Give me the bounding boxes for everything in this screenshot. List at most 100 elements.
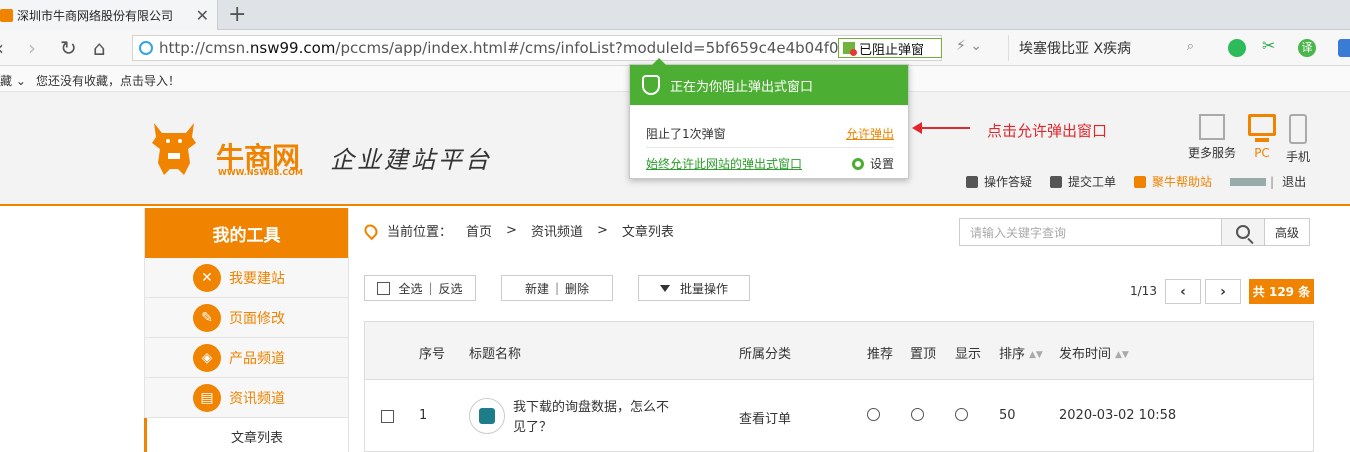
browser-tab-bar: 深圳市牛商网络股份有限公司 ✕ + bbox=[0, 0, 1350, 30]
extension-icon[interactable] bbox=[1338, 39, 1350, 57]
popup-blocked-label: 已阻止弹窗 bbox=[859, 42, 925, 58]
select-all-label[interactable]: 全选 bbox=[398, 280, 422, 297]
lightning-icon[interactable]: ⚡ ⌄ bbox=[956, 38, 982, 54]
refresh-icon[interactable]: ↻ bbox=[60, 36, 77, 60]
popup-blocker-header: 正在为你阻止弹出式窗口 bbox=[630, 65, 908, 105]
back-arrow-icon[interactable]: ‹ bbox=[0, 36, 4, 60]
help-link[interactable]: 操作答疑 bbox=[966, 173, 1032, 190]
popup-blocked-badge[interactable]: 已阻止弹窗 bbox=[838, 38, 942, 58]
popup-blocker-title: 正在为你阻止弹出式窗口 bbox=[670, 79, 814, 95]
browser-search-text: 埃塞俄比亚 X疾病 bbox=[1019, 41, 1132, 57]
pc-label: PC bbox=[1254, 146, 1270, 160]
search-icon bbox=[1236, 225, 1250, 239]
mobile-button[interactable]: 手机 bbox=[1286, 114, 1310, 165]
col-top: 置顶 bbox=[910, 347, 937, 362]
page-info-icon[interactable] bbox=[139, 41, 153, 55]
gear-icon bbox=[851, 157, 864, 170]
sidebar-item-build-site[interactable]: ✕ 我要建站 bbox=[145, 258, 348, 298]
article-table: 序号 标题名称 所属分类 推荐 置顶 显示 排序 ▲▼ 发布时间 ▲▼ 1 我下载的… bbox=[364, 321, 1314, 452]
scissors-icon[interactable]: ✂ bbox=[1262, 36, 1280, 55]
forward-arrow-icon[interactable]: › bbox=[28, 36, 36, 60]
favorites-menu[interactable]: 藏 ⌄ bbox=[0, 72, 26, 89]
row-category: 查看订单 bbox=[739, 412, 792, 427]
divider bbox=[646, 147, 894, 148]
prev-page-button[interactable]: ‹ bbox=[1165, 279, 1201, 304]
tab-title: 深圳市牛商网络股份有限公司 bbox=[17, 8, 174, 23]
search-icon[interactable]: ⌕ bbox=[1187, 39, 1194, 54]
phone-icon bbox=[1289, 114, 1307, 144]
logout-link[interactable]: 退出 bbox=[1282, 173, 1306, 190]
select-all-checkbox[interactable] bbox=[377, 281, 391, 295]
breadcrumb: 当前位置： 首页 > 资讯频道 > 文章列表 bbox=[361, 221, 688, 240]
new-button[interactable]: 新建 bbox=[525, 280, 549, 297]
page-indicator: 1/13 bbox=[1130, 284, 1157, 298]
home-icon[interactable]: ⌂ bbox=[93, 36, 106, 60]
popup-settings-link[interactable]: 设置 bbox=[851, 155, 894, 172]
help-site-link[interactable]: 聚牛帮助站 bbox=[1134, 173, 1212, 190]
always-allow-link[interactable]: 始终允许此网站的弹出式窗口 bbox=[646, 155, 802, 172]
col-show: 显示 bbox=[955, 347, 982, 362]
article-thumbnail bbox=[469, 398, 505, 434]
top-radio[interactable] bbox=[911, 408, 924, 421]
username-redacted bbox=[1230, 177, 1267, 186]
location-pin-icon bbox=[361, 221, 381, 240]
blocked-count: 阻止了1次弹窗 bbox=[646, 127, 726, 141]
recommend-radio[interactable] bbox=[867, 408, 880, 421]
next-page-button[interactable]: › bbox=[1205, 279, 1241, 304]
favorites-import-hint[interactable]: 您还没有收藏，点击导入！ bbox=[36, 72, 180, 89]
browser-tab[interactable]: 深圳市牛商网络股份有限公司 ✕ bbox=[0, 0, 218, 30]
more-services-button[interactable]: 更多服务 bbox=[1188, 114, 1236, 161]
sidebar-item-products[interactable]: ◈ 产品频道 bbox=[145, 338, 348, 378]
batch-operation-button[interactable]: 批量操作 bbox=[638, 275, 750, 301]
col-sort[interactable]: 排序 ▲▼ bbox=[999, 343, 1043, 362]
row-title[interactable]: 我下载的询盘数据，怎么不 见了？ bbox=[513, 398, 669, 438]
bull-mascot-icon bbox=[152, 123, 196, 175]
col-recommend: 推荐 bbox=[867, 347, 894, 362]
select-all-group[interactable]: 全选 | 反选 bbox=[364, 275, 476, 301]
extension-book-icon[interactable] bbox=[1228, 39, 1246, 57]
close-tab-icon[interactable]: ✕ bbox=[196, 6, 209, 25]
translate-icon[interactable]: 译 bbox=[1298, 39, 1316, 57]
sidebar-title: 我的工具 bbox=[145, 208, 348, 258]
person-icon bbox=[966, 175, 978, 188]
keyword-search-input[interactable]: 请输入关键字查询 bbox=[959, 218, 1222, 246]
more-services-label: 更多服务 bbox=[1188, 146, 1237, 160]
sidebar-item-page-edit[interactable]: ✎ 页面修改 bbox=[145, 298, 348, 338]
annotation-text: 点击允许弹出窗口 bbox=[987, 122, 1108, 140]
header-links: 操作答疑 提交工单 聚牛帮助站 | 退出 bbox=[966, 173, 1324, 190]
logo-url: WWW.NSW88.COM bbox=[218, 168, 303, 177]
delete-button[interactable]: 删除 bbox=[565, 280, 589, 297]
col-index: 序号 bbox=[419, 347, 446, 362]
tools-icon: ✕ bbox=[193, 263, 221, 292]
col-date[interactable]: 发布时间 ▲▼ bbox=[1059, 343, 1129, 362]
row-checkbox[interactable] bbox=[381, 410, 394, 423]
home-icon bbox=[1134, 175, 1147, 188]
monitor-icon bbox=[1248, 114, 1276, 136]
total-count-badge: 共 129 条 bbox=[1249, 279, 1314, 304]
sidebar: 我的工具 ✕ 我要建站 ✎ 页面修改 ◈ 产品频道 ▤ 资讯频道 文章列表 bbox=[144, 208, 349, 452]
allow-popup-link[interactable]: 允许弹出 bbox=[846, 125, 894, 142]
browser-search-box[interactable]: 埃塞俄比亚 X疾病 ⌕ bbox=[1008, 35, 1204, 61]
invert-select-label[interactable]: 反选 bbox=[439, 280, 463, 297]
url-input[interactable]: http://cmsn.nsw99.com/pccms/app/index.ht… bbox=[132, 35, 942, 61]
url-text: http://cmsn.nsw99.com/pccms/app/index.ht… bbox=[159, 39, 839, 57]
address-toolbar: ‹ › ↻ ⌂ http://cmsn.nsw99.com/pccms/app/… bbox=[0, 30, 1350, 66]
sidebar-item-article-list[interactable]: 文章列表 bbox=[144, 418, 348, 452]
ticket-link[interactable]: 提交工单 bbox=[1050, 173, 1116, 190]
pc-button[interactable]: PC bbox=[1248, 114, 1276, 160]
col-category: 所属分类 bbox=[739, 347, 792, 362]
row-date: 2020-03-02 10:58 bbox=[1059, 408, 1177, 423]
show-radio[interactable] bbox=[955, 408, 968, 421]
breadcrumb-home[interactable]: 首页 bbox=[466, 221, 492, 240]
site-favicon-icon bbox=[0, 8, 13, 22]
pencil-icon: ✎ bbox=[193, 303, 221, 332]
new-tab-button[interactable]: + bbox=[228, 2, 246, 27]
sort-input[interactable]: 50 bbox=[997, 400, 1037, 430]
breadcrumb-channel[interactable]: 资讯频道 bbox=[531, 221, 583, 240]
table-header: 序号 标题名称 所属分类 推荐 置顶 显示 排序 ▲▼ 发布时间 ▲▼ bbox=[365, 322, 1313, 380]
search-button[interactable] bbox=[1221, 218, 1265, 246]
advanced-search-button[interactable]: 高级 bbox=[1264, 218, 1310, 246]
table-row: 1 我下载的询盘数据，怎么不 见了？ 查看订单 50 2020-03-02 10:… bbox=[365, 380, 1313, 452]
sidebar-item-news[interactable]: ▤ 资讯频道 bbox=[145, 378, 348, 418]
mobile-label: 手机 bbox=[1286, 150, 1311, 164]
